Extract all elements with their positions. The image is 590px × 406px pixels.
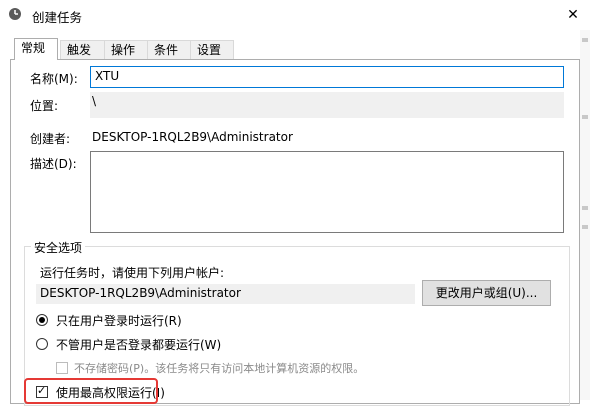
tab-general[interactable]: 常规 bbox=[14, 38, 58, 60]
tab-triggers[interactable]: 触发器 bbox=[60, 40, 106, 75]
name-input-value: XTU bbox=[95, 69, 120, 83]
title-bar: 创建任务 ✕ bbox=[0, 0, 590, 30]
scroll-marker bbox=[582, 38, 588, 42]
scroll-marker bbox=[582, 225, 588, 229]
run-only-logged-on-option[interactable]: 只在用户登录时运行(R) bbox=[36, 312, 236, 328]
scroll-marker bbox=[582, 115, 588, 119]
tab-label: 条件 bbox=[154, 43, 179, 57]
description-label: 描述(D): bbox=[30, 157, 77, 171]
name-input[interactable]: XTU bbox=[90, 66, 564, 88]
close-button[interactable]: ✕ bbox=[556, 0, 590, 30]
tab-label: 常规 bbox=[21, 41, 46, 55]
tab-actions[interactable]: 操作 bbox=[104, 40, 148, 59]
background-scrollbar[interactable] bbox=[580, 30, 590, 400]
location-field: \ bbox=[90, 92, 564, 118]
run-as-prompt: 运行任务时，请使用下列用户帐户: bbox=[40, 266, 225, 280]
location-value: \ bbox=[92, 94, 97, 108]
author-label: 创建者: bbox=[30, 132, 71, 146]
security-options-legend: 安全选项 bbox=[31, 239, 86, 256]
window-title: 创建任务 bbox=[32, 10, 83, 25]
highlight-annotation bbox=[24, 378, 158, 404]
do-not-store-password-option[interactable]: 不存储密码(P)。该任务将只有访问本地计算机资源的权限。 bbox=[56, 360, 366, 376]
change-user-button[interactable]: 更改用户或组(U)... bbox=[422, 280, 551, 306]
tab-bar: 常规 触发器 操作 条件 设置 bbox=[0, 38, 580, 75]
run-whether-logged-on-label: 不管用户是否登录都要运行(W) bbox=[56, 338, 222, 352]
account-field: DESKTOP-1RQL2B9\Administrator bbox=[36, 284, 415, 304]
account-value: DESKTOP-1RQL2B9\Administrator bbox=[40, 286, 241, 300]
name-label: 名称(M): bbox=[30, 72, 78, 86]
run-only-logged-on-label: 只在用户登录时运行(R) bbox=[56, 314, 182, 328]
radio-button[interactable] bbox=[36, 338, 48, 350]
tab-label: 设置 bbox=[197, 43, 222, 57]
description-textarea[interactable] bbox=[90, 151, 564, 233]
tab-conditions[interactable]: 条件 bbox=[147, 40, 191, 59]
scroll-marker bbox=[582, 206, 588, 210]
close-icon: ✕ bbox=[567, 7, 579, 23]
task-scheduler-clock-icon bbox=[8, 7, 22, 21]
radio-button-selected[interactable] bbox=[36, 314, 48, 326]
tab-label: 操作 bbox=[111, 43, 136, 57]
location-label: 位置: bbox=[30, 99, 59, 113]
tab-settings[interactable]: 设置 bbox=[190, 40, 234, 59]
checkbox-disabled[interactable] bbox=[56, 362, 68, 374]
author-value: DESKTOP-1RQL2B9\Administrator bbox=[92, 130, 293, 144]
run-whether-logged-on-option[interactable]: 不管用户是否登录都要运行(W) bbox=[36, 336, 256, 352]
do-not-store-password-label: 不存储密码(P)。该任务将只有访问本地计算机资源的权限。 bbox=[74, 362, 365, 375]
